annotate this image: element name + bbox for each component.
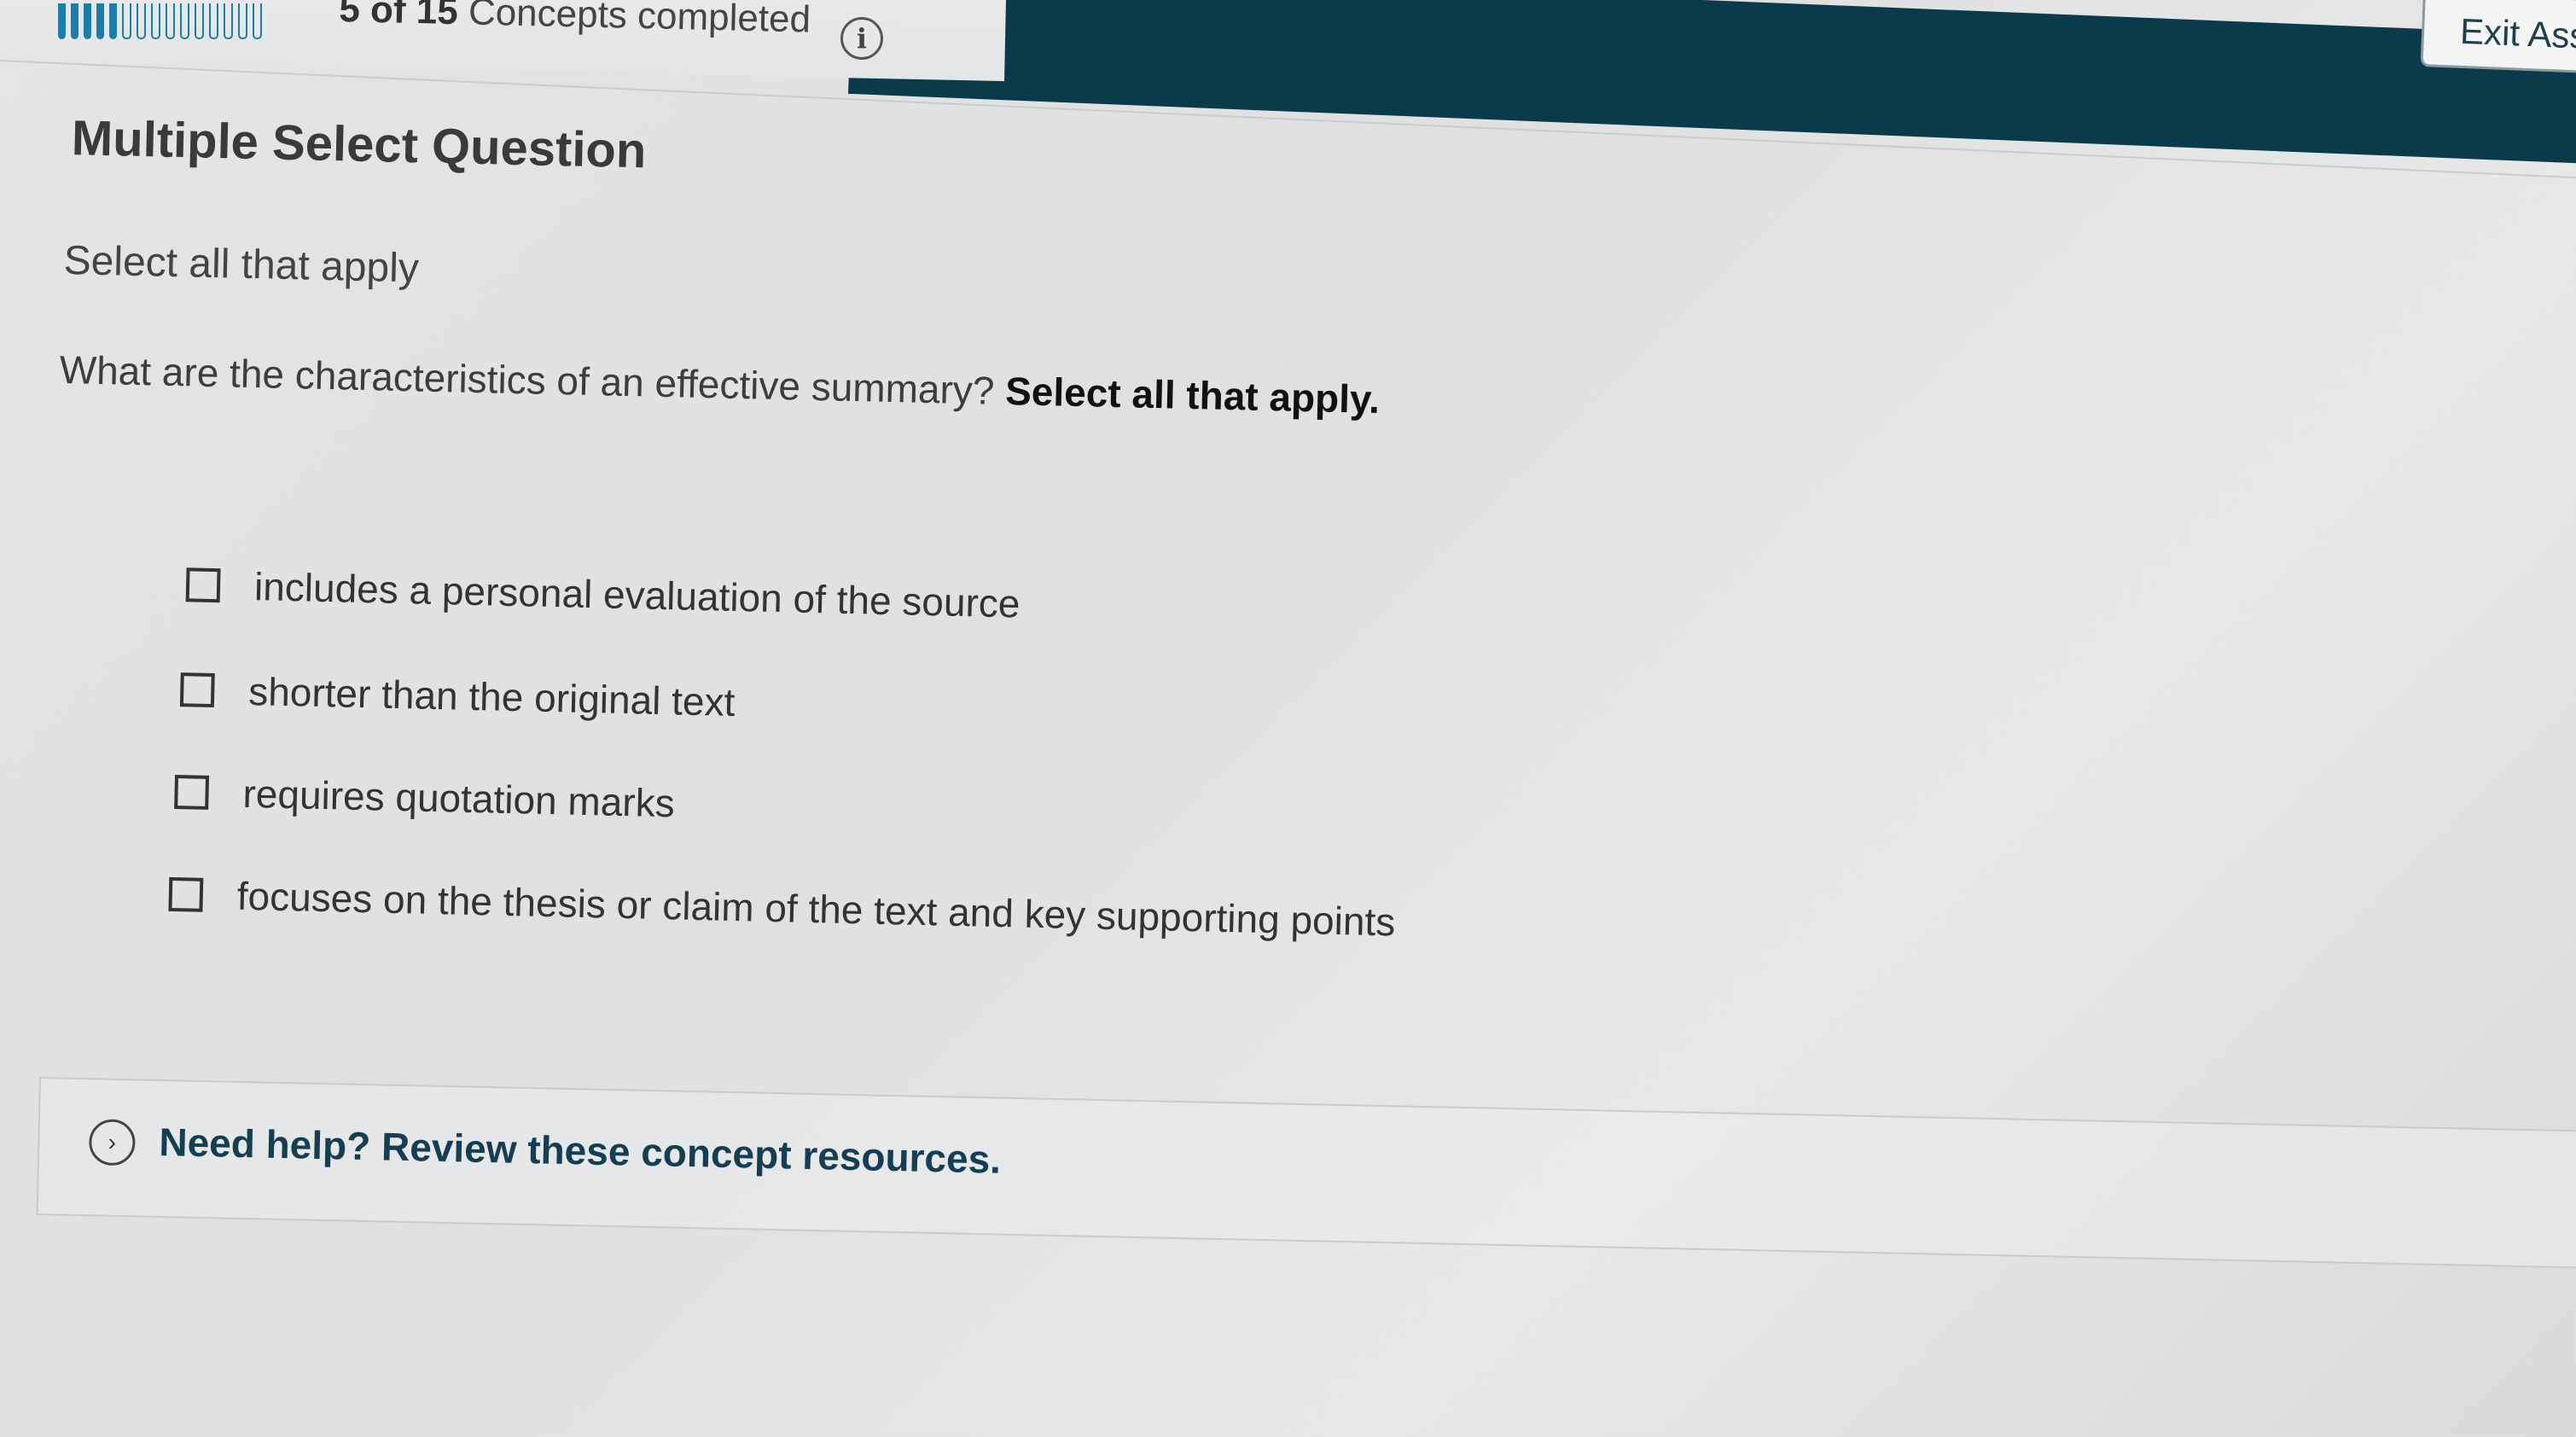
help-resources-panel[interactable]: › Need help? Review these concept resour… (36, 1077, 2576, 1271)
checkbox[interactable] (179, 672, 215, 708)
answer-option[interactable]: includes a personal evaluation of the so… (185, 561, 1021, 626)
progress-segment-incomplete (180, 3, 189, 39)
checkbox[interactable] (185, 567, 221, 603)
question-instruction: Select all that apply (63, 237, 420, 292)
answer-option[interactable]: focuses on the thesis or claim of the te… (168, 871, 1396, 945)
help-resources-link[interactable]: Need help? Review these concept resource… (159, 1119, 1002, 1183)
header-band (847, 0, 2576, 166)
progress-segment-incomplete (253, 3, 262, 39)
answer-option-label: shorter than the original text (247, 668, 736, 724)
concepts-count: 5 of 15 (338, 0, 459, 33)
progress-segment-complete (109, 3, 117, 39)
progress-segment-incomplete (238, 3, 247, 39)
answer-option-label: requires quotation marks (241, 771, 676, 826)
progress-segment-incomplete (209, 3, 218, 39)
answer-option[interactable]: shorter than the original text (179, 666, 736, 725)
question-text: What are the characteristics of an effec… (59, 346, 996, 413)
progress-segment-complete (84, 3, 91, 39)
checkbox[interactable] (168, 876, 204, 912)
answer-option-label: includes a personal evaluation of the so… (253, 564, 1021, 626)
checkbox[interactable] (174, 775, 210, 810)
progress-segment-incomplete (122, 3, 131, 39)
progress-segment-complete (58, 3, 66, 39)
info-icon[interactable]: i (840, 17, 883, 60)
question-prompt: What are the characteristics of an effec… (59, 346, 1380, 422)
answer-option[interactable]: requires quotation marks (174, 769, 675, 826)
progress-segment-incomplete (166, 3, 175, 39)
progress-segment-incomplete (224, 3, 233, 39)
question-emphasis: Select all that apply. (1004, 368, 1381, 422)
progress-segment-complete (71, 3, 79, 39)
chevron-right-circle-icon[interactable]: › (88, 1119, 136, 1166)
exit-assignment-button[interactable]: Exit Ass (2420, 0, 2576, 76)
progress-segment-incomplete (195, 3, 204, 39)
progress-segment-incomplete (151, 3, 160, 39)
answer-option-label: focuses on the thesis or claim of the te… (236, 873, 1396, 945)
concept-progress-bar (58, 0, 262, 39)
progress-segment-complete (96, 3, 104, 39)
progress-segment-incomplete (137, 3, 146, 39)
concepts-text: Concepts completed (468, 0, 811, 41)
question-type-heading: Multiple Select Question (71, 110, 648, 179)
